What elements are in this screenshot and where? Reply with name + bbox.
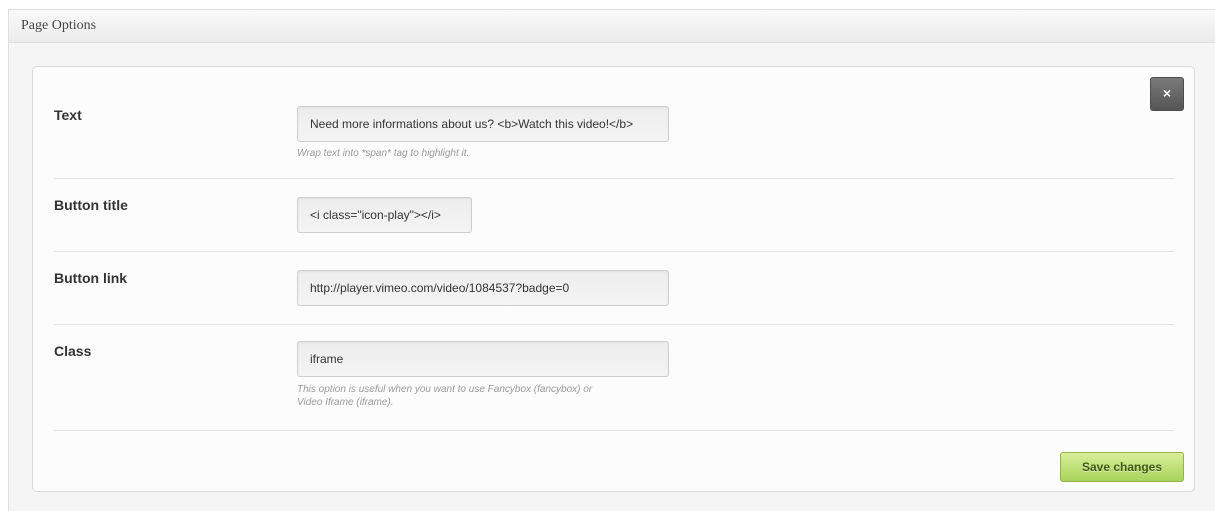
close-button[interactable]: × — [1150, 77, 1184, 111]
options-card: × Text Wrap text into *span* tag to high… — [32, 66, 1195, 492]
field-row-class: Class This option is useful when you wan… — [54, 341, 1174, 431]
text-field[interactable] — [297, 106, 669, 142]
class-field[interactable] — [297, 341, 669, 377]
class-field-help: This option is useful when you want to u… — [297, 383, 677, 409]
field-row-button-link: Button link — [54, 270, 1174, 325]
field-label-button-title: Button title — [54, 197, 128, 213]
class-field-help-line2: Video Iframe (iframe). — [297, 397, 394, 408]
save-changes-button[interactable]: Save changes — [1060, 452, 1184, 482]
close-icon: × — [1162, 85, 1172, 101]
field-label-class: Class — [54, 343, 92, 359]
field-label-text: Text — [54, 107, 82, 123]
text-field-help: Wrap text into *span* tag to highlight i… — [297, 148, 470, 159]
panel-body: × Text Wrap text into *span* tag to high… — [9, 43, 1215, 511]
panel-title: Page Options — [9, 10, 1215, 43]
field-row-text: Text Wrap text into *span* tag to highli… — [54, 106, 1174, 179]
class-field-help-line1: This option is useful when you want to u… — [297, 384, 593, 395]
button-link-field[interactable] — [297, 270, 669, 306]
page-options-panel: Page Options × Text Wrap text into *span… — [8, 9, 1215, 511]
field-label-button-link: Button link — [54, 270, 128, 286]
field-row-button-title: Button title — [54, 197, 1174, 252]
button-title-field[interactable] — [297, 197, 472, 233]
